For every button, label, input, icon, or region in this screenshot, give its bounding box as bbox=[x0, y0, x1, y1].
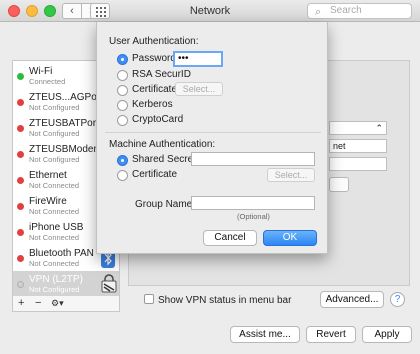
service-status: Not Connected bbox=[29, 181, 80, 190]
service-status: Not Connected bbox=[29, 233, 80, 242]
advanced-button[interactable]: Advanced... bbox=[320, 291, 384, 308]
service-name: iPhone USB bbox=[29, 222, 84, 233]
rsa-securid-label: RSA SecurID bbox=[132, 69, 191, 80]
account-name-field[interactable] bbox=[329, 157, 387, 171]
status-dot-icon bbox=[17, 151, 24, 158]
status-dot-icon bbox=[17, 99, 24, 106]
help-button[interactable]: ? bbox=[390, 292, 405, 307]
service-item-vpn-l2tp[interactable]: VPN (L2TP) Not Configured bbox=[13, 271, 119, 297]
service-name: Bluetooth PAN bbox=[29, 248, 94, 259]
user-certificate-select-button[interactable]: Select... bbox=[175, 82, 223, 96]
radio-selected-icon[interactable] bbox=[117, 155, 128, 166]
service-status: Not Configured bbox=[29, 103, 80, 112]
search-icon: ⌕ bbox=[315, 6, 322, 18]
service-name: FireWire bbox=[29, 196, 67, 207]
vpn-lock-icon bbox=[101, 274, 117, 294]
status-dot-icon bbox=[17, 229, 24, 236]
machine-certificate-select-button[interactable]: Select... bbox=[267, 168, 315, 182]
assist-me-button[interactable]: Assist me... bbox=[230, 326, 300, 343]
service-status: Not Configured bbox=[29, 129, 80, 138]
authentication-settings-sheet: User Authentication: Password: ••• RSA S… bbox=[96, 22, 328, 254]
cancel-button[interactable]: Cancel bbox=[203, 230, 257, 246]
radio-selected-icon[interactable] bbox=[117, 54, 128, 65]
shared-secret-field[interactable] bbox=[191, 152, 315, 166]
group-name-label: Group Name: bbox=[135, 199, 196, 210]
group-name-field[interactable] bbox=[191, 196, 315, 210]
service-name: Wi-Fi bbox=[29, 66, 53, 77]
service-status: Not Connected bbox=[29, 207, 80, 216]
service-status: Not Configured bbox=[29, 155, 80, 164]
service-status: Not Configured bbox=[29, 285, 80, 294]
config-popup[interactable]: ⌃ bbox=[329, 121, 387, 135]
radio-icon[interactable] bbox=[117, 115, 128, 126]
shared-secret-label: Shared Secret: bbox=[132, 154, 199, 165]
service-name: Ethernet bbox=[29, 170, 67, 181]
title-bar: ‹ › Network ⌕ Search bbox=[0, 0, 420, 22]
section-divider bbox=[105, 132, 321, 133]
show-vpn-status-label: Show VPN status in menu bar bbox=[158, 295, 292, 306]
service-status: Connected bbox=[29, 77, 66, 86]
service-name: ZTEUSBATPort bbox=[29, 118, 99, 129]
status-dot-icon bbox=[17, 203, 24, 210]
status-dot-icon bbox=[17, 177, 24, 184]
search-placeholder: Search bbox=[330, 5, 362, 16]
password-value: ••• bbox=[178, 53, 189, 64]
server-address-value: net bbox=[333, 141, 346, 151]
password-label: Password: bbox=[132, 53, 179, 64]
revert-button[interactable]: Revert bbox=[306, 326, 356, 343]
service-name: ZTEUS...AGPort bbox=[29, 92, 103, 103]
question-icon: ? bbox=[394, 294, 401, 305]
radio-icon[interactable] bbox=[117, 170, 128, 181]
authentication-settings-button[interactable] bbox=[329, 177, 349, 192]
machine-authentication-heading: Machine Authentication: bbox=[109, 139, 216, 150]
kerberos-label: Kerberos bbox=[132, 99, 173, 110]
password-field[interactable]: ••• bbox=[173, 51, 223, 67]
service-status: Not Connected bbox=[29, 259, 80, 268]
status-dot-icon bbox=[17, 255, 24, 262]
apply-button[interactable]: Apply bbox=[362, 326, 412, 343]
cryptocard-label: CryptoCard bbox=[132, 114, 184, 125]
gear-menu-button[interactable]: ⚙▾ bbox=[51, 298, 64, 309]
status-dot-icon bbox=[17, 73, 24, 80]
chevron-updown-icon: ⌃ bbox=[375, 123, 383, 133]
status-dot-icon bbox=[17, 125, 24, 132]
service-list-toolbar: + − ⚙▾ bbox=[12, 296, 120, 312]
add-service-button[interactable]: + bbox=[18, 297, 24, 309]
checkbox-box[interactable] bbox=[144, 294, 154, 304]
user-certificate-label: Certificate bbox=[132, 84, 178, 95]
machine-certificate-label: Certificate bbox=[132, 169, 178, 180]
ok-button[interactable]: OK bbox=[263, 230, 317, 246]
radio-icon[interactable] bbox=[117, 100, 128, 111]
user-authentication-heading: User Authentication: bbox=[109, 36, 199, 47]
show-vpn-status-checkbox[interactable]: Show VPN status in menu bar bbox=[144, 294, 291, 306]
network-preferences-window: ‹ › Network ⌕ Search Wi-Fi Connected ZTE… bbox=[0, 0, 420, 354]
service-name: ZTEUSBModem bbox=[29, 144, 102, 155]
radio-icon[interactable] bbox=[117, 70, 128, 81]
remove-service-button[interactable]: − bbox=[35, 297, 41, 309]
group-name-hint: (Optional) bbox=[237, 212, 270, 221]
server-address-field[interactable]: net bbox=[329, 139, 387, 153]
radio-icon[interactable] bbox=[117, 85, 128, 96]
service-name: VPN (L2TP) bbox=[29, 274, 83, 285]
search-input[interactable]: ⌕ Search bbox=[307, 3, 412, 19]
status-dot-icon bbox=[17, 281, 24, 288]
